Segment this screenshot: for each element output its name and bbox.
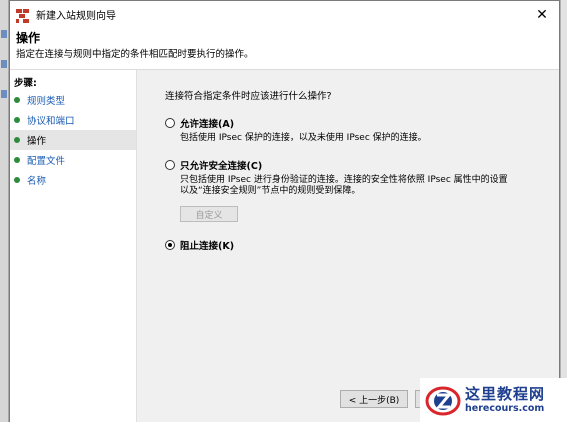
- step-bullet-icon: [14, 177, 20, 183]
- step-profile[interactable]: 配置文件: [10, 150, 136, 170]
- option-allow-secure: 只允许安全连接(C) 只包括使用 IPsec 进行身份验证的连接。连接的安全性将…: [165, 158, 559, 222]
- step-bullet-icon: [14, 97, 20, 103]
- option-allow: 允许连接(A) 包括使用 IPsec 保护的连接，以及未使用 IPsec 保护的…: [165, 116, 559, 144]
- parent-icon: [1, 90, 7, 98]
- close-icon: ✕: [536, 6, 548, 23]
- step-label: 协议和端口: [27, 116, 75, 127]
- allow-secure-radio[interactable]: [165, 160, 175, 170]
- watermark-logo-icon: [425, 386, 461, 416]
- back-button[interactable]: < 上一步(B): [340, 390, 408, 408]
- step-label: 操作: [27, 136, 47, 147]
- step-bullet-icon: [14, 157, 20, 163]
- parent-window-strip: [0, 0, 9, 422]
- watermark: 这里教程网 herecours.com: [420, 378, 567, 422]
- main-pane: 连接符合指定条件时应该进行什么操作? 允许连接(A) 包括使用 IPsec 保护…: [137, 70, 559, 422]
- allow-radio[interactable]: [165, 118, 175, 128]
- parent-icon: [1, 60, 7, 68]
- step-bullet-icon: [14, 117, 20, 123]
- step-bullet-icon: [14, 137, 20, 143]
- allow-label[interactable]: 允许连接(A): [180, 116, 234, 130]
- block-label[interactable]: 阻止连接(K): [180, 238, 234, 252]
- close-button[interactable]: ✕: [525, 1, 559, 28]
- parent-icon: [1, 30, 7, 38]
- step-protocol-ports[interactable]: 协议和端口: [10, 110, 136, 130]
- steps-pane: 步骤: 规则类型 协议和端口 操作 配置文件 名称: [10, 70, 137, 422]
- wizard-header: 操作 指定在连接与规则中指定的条件相匹配时要执行的操作。: [10, 28, 559, 70]
- step-label: 配置文件: [27, 156, 66, 167]
- wizard-body: 步骤: 规则类型 协议和端口 操作 配置文件 名称 连接符合指定条件时应该进行什…: [10, 70, 559, 422]
- steps-heading: 步骤:: [14, 78, 37, 89]
- watermark-name: 这里教程网: [465, 385, 546, 403]
- step-label: 规则类型: [27, 96, 66, 107]
- watermark-url: herecours.com: [465, 403, 545, 414]
- allow-secure-label[interactable]: 只允许安全连接(C): [180, 158, 262, 172]
- firewall-icon: [16, 8, 30, 23]
- block-radio[interactable]: [165, 240, 175, 250]
- parent-window-strip-right: [560, 0, 567, 422]
- title-bar[interactable]: 新建入站规则向导 ✕: [10, 1, 559, 28]
- step-action[interactable]: 操作: [10, 130, 136, 150]
- option-block: 阻止连接(K): [165, 238, 559, 252]
- window-title: 新建入站规则向导: [36, 11, 116, 22]
- step-name[interactable]: 名称: [10, 170, 136, 190]
- new-inbound-rule-wizard: 新建入站规则向导 ✕ 操作 指定在连接与规则中指定的条件相匹配时要执行的操作。 …: [9, 0, 560, 422]
- action-question: 连接符合指定条件时应该进行什么操作?: [165, 91, 332, 102]
- allow-description: 包括使用 IPsec 保护的连接，以及未使用 IPsec 保护的连接。: [180, 133, 427, 143]
- customize-button[interactable]: 自定义: [180, 206, 238, 222]
- step-label: 名称: [27, 176, 47, 187]
- page-title: 操作: [16, 31, 41, 45]
- step-rule-type[interactable]: 规则类型: [10, 90, 136, 110]
- allow-secure-description: 只包括使用 IPsec 进行身份验证的连接。连接的安全性将依照 IPsec 属性…: [180, 175, 508, 196]
- page-description: 指定在连接与规则中指定的条件相匹配时要执行的操作。: [16, 49, 254, 60]
